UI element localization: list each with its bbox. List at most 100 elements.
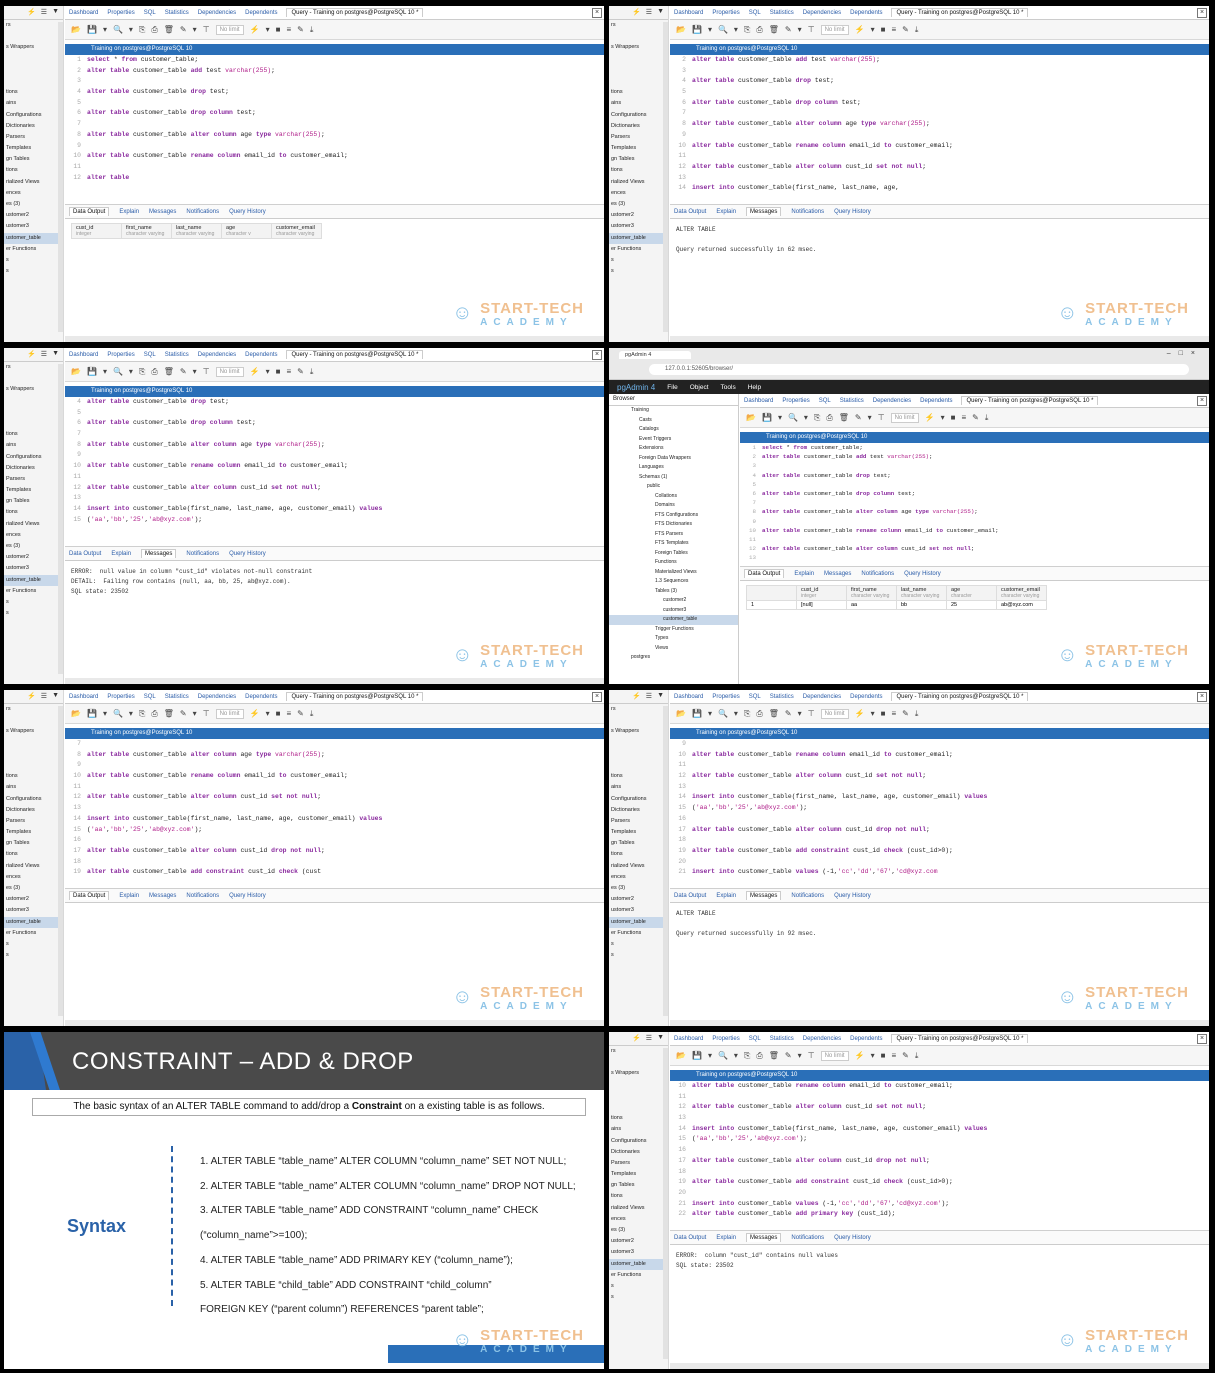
table-row[interactable]: 1 [null] aa bb 25 ab@xyz.com xyxy=(746,600,1047,610)
sidebar-tree-item[interactable]: rs xyxy=(609,1046,668,1057)
row-limit-select[interactable]: No limit xyxy=(820,1050,849,1061)
sidebar-tree-item[interactable]: s Wrappers xyxy=(609,1068,668,1079)
sidebar-tree-item[interactable] xyxy=(609,65,668,76)
dropdown-icon[interactable]: ▾ xyxy=(804,413,808,422)
sidebar-tree-item[interactable]: er Functions xyxy=(4,586,63,597)
result-tab-messages[interactable]: Messages xyxy=(149,893,176,899)
refresh-icon[interactable]: ⚡ xyxy=(632,1034,641,1043)
sidebar-tree-item[interactable]: tions xyxy=(609,849,668,860)
result-tab-explain[interactable]: Explain xyxy=(119,209,139,215)
open-file-icon[interactable]: 📂 xyxy=(676,25,686,34)
sql-editor[interactable]: 10 alter table customer_table rename colu… xyxy=(670,1081,1209,1231)
sidebar-tree-item[interactable] xyxy=(4,65,63,76)
execute-icon[interactable]: ⚡ xyxy=(855,709,865,718)
filter-icon[interactable]: ⊤ xyxy=(203,367,210,376)
sidebar-scrollbar[interactable] xyxy=(663,1048,668,1359)
explain-icon[interactable]: ≡ xyxy=(286,25,291,34)
sidebar-tree-item[interactable]: s xyxy=(609,255,668,266)
sidebar-tree-item[interactable]: ains xyxy=(4,98,63,109)
sidebar-tree-item[interactable]: s xyxy=(4,950,63,961)
sidebar-tree-item[interactable]: ustomer_table xyxy=(609,1258,668,1270)
tab-dependencies[interactable]: Dependencies xyxy=(198,694,236,700)
sql-editor[interactable]: 4 alter table customer_table drop test; 5 6… xyxy=(65,397,604,547)
tree-node[interactable]: Languages xyxy=(609,463,738,473)
tree-node[interactable]: Tables (3) xyxy=(609,587,738,597)
refresh-icon[interactable]: ⚡ xyxy=(632,692,641,701)
explain-icon[interactable]: ≡ xyxy=(891,25,896,34)
horizontal-scrollbar[interactable] xyxy=(670,1020,1209,1026)
result-tab-data-output[interactable]: Data Output xyxy=(69,891,110,900)
sidebar-tree-item[interactable]: Dictionaries xyxy=(4,121,63,132)
sidebar-tree-item[interactable]: ences xyxy=(609,1214,668,1225)
sidebar-tree-item[interactable]: rialized Views xyxy=(609,177,668,188)
tab-properties[interactable]: Properties xyxy=(107,352,134,358)
sidebar-tree-item[interactable]: rialized Views xyxy=(4,177,63,188)
tab-query-editor[interactable]: Query - Training on postgres@PostgreSQL … xyxy=(891,692,1029,701)
sidebar-scrollbar[interactable] xyxy=(58,364,63,674)
edit-icon[interactable]: ✎ xyxy=(785,25,792,34)
result-tab-query-history[interactable]: Query History xyxy=(834,893,871,899)
sidebar-tree-item[interactable] xyxy=(609,1057,668,1068)
sidebar-tree-item[interactable] xyxy=(4,54,63,65)
close-icon[interactable]: × xyxy=(1197,8,1207,18)
tab-dependents[interactable]: Dependents xyxy=(850,10,882,16)
stop-icon[interactable]: ■ xyxy=(276,367,281,376)
sidebar-tree-item[interactable]: es (3) xyxy=(4,883,63,894)
dropdown-icon[interactable]: ▾ xyxy=(103,367,107,376)
tab-dependencies[interactable]: Dependencies xyxy=(803,694,841,700)
sidebar-tree-item[interactable]: ains xyxy=(4,440,63,451)
filter-icon[interactable]: ▼ xyxy=(52,8,59,17)
sidebar-tree-item[interactable]: ustomer2 xyxy=(609,210,668,221)
tree-node[interactable]: FTS Configurations xyxy=(609,511,738,521)
dropdown-icon[interactable]: ▾ xyxy=(778,413,782,422)
download-icon[interactable]: ⤓ xyxy=(985,413,989,423)
tab-statistics[interactable]: Statistics xyxy=(770,694,794,700)
result-tab-explain[interactable]: Explain xyxy=(111,551,131,557)
sidebar-tree-item[interactable]: ustomer3 xyxy=(4,221,63,232)
grid-icon[interactable]: ☰ xyxy=(646,8,652,17)
stop-icon[interactable]: ■ xyxy=(881,25,886,34)
filter-icon[interactable]: ⊤ xyxy=(808,709,815,718)
copy-icon[interactable]: ⎘ xyxy=(139,25,145,35)
result-tab-data-output[interactable]: Data Output xyxy=(674,1235,706,1241)
filter-icon[interactable]: ▼ xyxy=(52,692,59,701)
sidebar-tree-item[interactable]: rialized Views xyxy=(4,861,63,872)
result-tab-query-history[interactable]: Query History xyxy=(834,209,871,215)
sidebar-tree-item[interactable]: ences xyxy=(4,530,63,541)
sidebar-tree-item[interactable]: rialized Views xyxy=(609,861,668,872)
row-limit-select[interactable]: No limit xyxy=(820,708,849,719)
tab-dependencies[interactable]: Dependencies xyxy=(198,352,236,358)
open-file-icon[interactable]: 📂 xyxy=(71,367,81,376)
row-limit-select[interactable]: No limit xyxy=(890,412,919,423)
find-icon[interactable]: 🔍 xyxy=(718,1051,728,1060)
tree-node[interactable]: customer3 xyxy=(609,606,738,616)
grid-icon[interactable]: ☰ xyxy=(646,1034,652,1043)
sql-editor[interactable]: 1 select * from customer_table; 2 alter tab… xyxy=(740,443,1209,567)
execute-icon[interactable]: ⚡ xyxy=(250,25,260,34)
sidebar-tree-item[interactable]: ustomer2 xyxy=(609,1236,668,1247)
delete-icon[interactable]: 🗑 xyxy=(164,367,174,376)
result-tab-explain[interactable]: Explain xyxy=(716,1235,736,1241)
tab-sql[interactable]: SQL xyxy=(144,10,156,16)
result-tab-messages[interactable]: Messages xyxy=(824,571,851,577)
tab-dependents[interactable]: Dependents xyxy=(850,694,882,700)
sidebar-tree-item[interactable] xyxy=(4,373,63,384)
sidebar-tree-item[interactable]: tions xyxy=(609,87,668,98)
tab-properties[interactable]: Properties xyxy=(107,694,134,700)
tab-query-editor[interactable]: Query - Training on postgres@PostgreSQL … xyxy=(961,396,1099,405)
dropdown-icon[interactable]: ▾ xyxy=(266,25,270,34)
grid-icon[interactable]: ☰ xyxy=(41,350,47,359)
sidebar-tree-item[interactable] xyxy=(4,749,63,760)
menu-tools[interactable]: Tools xyxy=(721,384,736,391)
tab-dashboard[interactable]: Dashboard xyxy=(674,10,703,16)
dropdown-icon[interactable]: ▾ xyxy=(129,367,133,376)
dropdown-icon[interactable]: ▾ xyxy=(193,709,197,718)
tree-node[interactable]: Extensions xyxy=(609,444,738,454)
sidebar-tree-item[interactable]: ustomer_table xyxy=(609,232,668,244)
tab-dependencies[interactable]: Dependencies xyxy=(873,398,911,404)
result-tab-messages[interactable]: Messages xyxy=(746,891,782,900)
sidebar-tree-item[interactable]: gn Tables xyxy=(4,496,63,507)
tree-node[interactable]: Event Triggers xyxy=(609,435,738,445)
close-icon[interactable]: × xyxy=(592,8,602,18)
tree-node[interactable]: Training xyxy=(609,406,738,416)
